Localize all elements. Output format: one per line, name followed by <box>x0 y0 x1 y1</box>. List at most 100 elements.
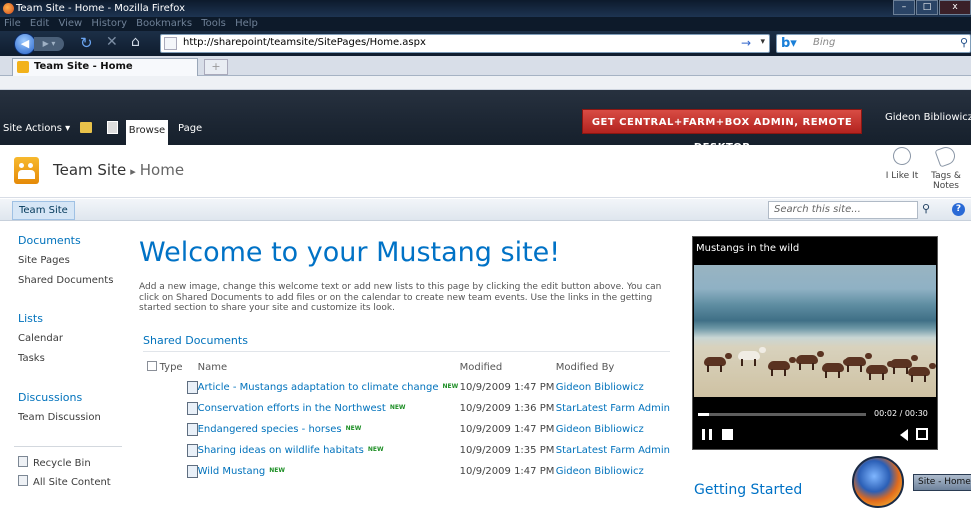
modified-by-link[interactable]: Gideon Bibliowicz <box>556 424 644 435</box>
menu-file[interactable]: File <box>4 18 21 29</box>
row-type-cell <box>160 398 198 419</box>
table-row[interactable]: Article - Mustangs adaptation to climate… <box>143 377 670 398</box>
taskbar-firefox-icon[interactable] <box>852 456 904 508</box>
ql-documents[interactable]: Documents <box>18 234 81 247</box>
welcome-text: Add a new image, change this welcome tex… <box>139 282 662 313</box>
ql-recycle-bin[interactable]: Recycle Bin <box>18 456 91 469</box>
row-select-cell <box>143 440 160 461</box>
new-badge: NEW <box>269 467 286 474</box>
row-name-cell: Article - Mustangs adaptation to climate… <box>198 377 460 398</box>
document-link[interactable]: Sharing ideas on wildlife habitats <box>198 445 364 456</box>
ql-calendar[interactable]: Calendar <box>18 333 63 344</box>
tags-notes-button[interactable]: Tags & Notes <box>926 144 966 191</box>
back-button[interactable]: ◀ <box>14 33 36 55</box>
word-document-icon[interactable] <box>186 401 198 415</box>
column-name[interactable]: Name <box>198 357 460 377</box>
horse-leg-shape <box>893 367 895 374</box>
menu-bookmarks[interactable]: Bookmarks <box>136 18 192 29</box>
document-link[interactable]: Conservation efforts in the Northwest <box>198 403 386 414</box>
menu-help[interactable]: Help <box>235 18 258 29</box>
ql-site-pages[interactable]: Site Pages <box>18 255 70 266</box>
search-bar[interactable]: b▾ Bing ⚲ <box>776 34 971 53</box>
site-logo-icon[interactable] <box>14 157 39 184</box>
shared-documents-title[interactable]: Shared Documents <box>143 334 248 347</box>
tab-team-site-home[interactable]: Team Site - Home <box>12 58 198 76</box>
horse-leg-shape <box>784 369 786 376</box>
stop-icon[interactable]: ✕ <box>106 34 118 50</box>
row-modified-by-cell: StarLatest Farm Admin <box>556 398 670 419</box>
chevron-down-icon[interactable]: ▾ <box>760 37 765 47</box>
go-arrow-icon[interactable]: → <box>741 36 751 50</box>
word-document-icon[interactable] <box>186 443 198 457</box>
document-link[interactable]: Article - Mustangs adaptation to climate… <box>198 382 439 393</box>
i-like-it-button[interactable]: I Like It <box>882 144 922 181</box>
seek-bar[interactable] <box>698 413 866 416</box>
column-modified-by[interactable]: Modified By <box>556 357 670 377</box>
user-menu[interactable]: Gideon Bibliowicz ▾ <box>885 112 971 123</box>
taskbar-window-item[interactable]: Site - Home - <box>913 474 971 491</box>
video-frame[interactable] <box>694 265 936 397</box>
column-type[interactable]: Type <box>160 357 198 377</box>
row-type-cell <box>160 377 198 398</box>
menu-view[interactable]: View <box>58 18 82 29</box>
column-modified[interactable]: Modified <box>460 357 556 377</box>
edit-page-icon[interactable] <box>107 121 118 134</box>
document-link[interactable]: Wild Mustang <box>198 466 266 477</box>
fullscreen-icon[interactable] <box>916 428 928 440</box>
bing-icon[interactable]: b▾ <box>781 36 797 51</box>
word-document-icon[interactable] <box>186 422 198 436</box>
close-button[interactable]: x <box>939 0 971 15</box>
maximize-button[interactable]: □ <box>916 0 938 15</box>
forward-button[interactable]: ▶ ▾ <box>34 37 64 51</box>
minimize-button[interactable]: – <box>893 0 915 15</box>
quick-launch-divider <box>14 446 122 447</box>
menu-tools[interactable]: Tools <box>201 18 226 29</box>
select-all-checkbox[interactable] <box>147 361 157 371</box>
menu-edit[interactable]: Edit <box>30 18 49 29</box>
recycle-bin-icon <box>18 456 28 467</box>
topnav-team-site[interactable]: Team Site <box>12 201 75 220</box>
modified-by-link[interactable]: Gideon Bibliowicz <box>556 466 644 477</box>
tab-browse[interactable]: Browse <box>126 120 168 145</box>
menu-history[interactable]: History <box>91 18 127 29</box>
modified-by-link[interactable]: StarLatest Farm Admin <box>556 403 670 414</box>
ql-all-site-content[interactable]: All Site Content <box>18 475 111 488</box>
stop-icon[interactable] <box>722 429 733 440</box>
modified-by-link[interactable]: StarLatest Farm Admin <box>556 445 670 456</box>
search-icon[interactable]: ⚲ <box>960 36 968 49</box>
ql-shared-documents[interactable]: Shared Documents <box>18 275 113 286</box>
shared-documents-table: Type Name Modified Modified By Article -… <box>143 357 670 482</box>
table-row[interactable]: Conservation efforts in the Northwest NEW… <box>143 398 670 419</box>
reload-icon[interactable]: ↻ <box>80 34 93 52</box>
window-controls: – □ x <box>892 0 971 17</box>
row-name-cell: Endangered species - horses NEW <box>198 419 460 440</box>
document-link[interactable]: Endangered species - horses <box>198 424 342 435</box>
table-row[interactable]: Sharing ideas on wildlife habitats NEW 10/… <box>143 440 670 461</box>
navigate-up-icon[interactable] <box>80 122 92 133</box>
central-admin-button[interactable]: GET CENTRAL+FARM+BOX ADMIN, REMOTE DESKT… <box>582 109 862 153</box>
ql-tasks[interactable]: Tasks <box>18 353 45 364</box>
tab-page[interactable]: Page <box>178 123 202 134</box>
site-title-link[interactable]: Team Site <box>53 161 126 179</box>
new-tab-button[interactable]: + <box>204 59 228 75</box>
volume-icon[interactable] <box>900 429 908 441</box>
site-search-input[interactable]: Search this site... <box>768 201 918 219</box>
site-actions-menu[interactable]: Site Actions ▾ <box>3 123 70 134</box>
ql-team-discussion[interactable]: Team Discussion <box>18 412 101 423</box>
table-row[interactable]: Wild Mustang NEW 10/9/2009 1:47 PM Gideon B… <box>143 461 670 482</box>
word-document-icon[interactable] <box>186 464 198 478</box>
ql-discussions[interactable]: Discussions <box>18 391 82 404</box>
modified-by-link[interactable]: Gideon Bibliowicz <box>556 382 644 393</box>
shared-documents-body: Article - Mustangs adaptation to climate… <box>143 377 670 482</box>
row-modified-cell: 10/9/2009 1:35 PM <box>460 440 556 461</box>
help-icon[interactable]: ? <box>952 203 965 216</box>
home-icon[interactable]: ⌂ <box>131 34 140 50</box>
modified-date: 10/9/2009 1:36 PM <box>459 403 555 414</box>
table-row[interactable]: Endangered species - horses NEW 10/9/2009 … <box>143 419 670 440</box>
pause-icon[interactable] <box>702 429 712 440</box>
word-document-icon[interactable] <box>186 380 198 394</box>
horse-leg-shape <box>771 369 773 376</box>
address-bar[interactable]: http://sharepoint/teamsite/SitePages/Hom… <box>160 34 770 53</box>
ql-lists[interactable]: Lists <box>18 312 43 325</box>
search-icon[interactable]: ⚲ <box>922 202 930 215</box>
